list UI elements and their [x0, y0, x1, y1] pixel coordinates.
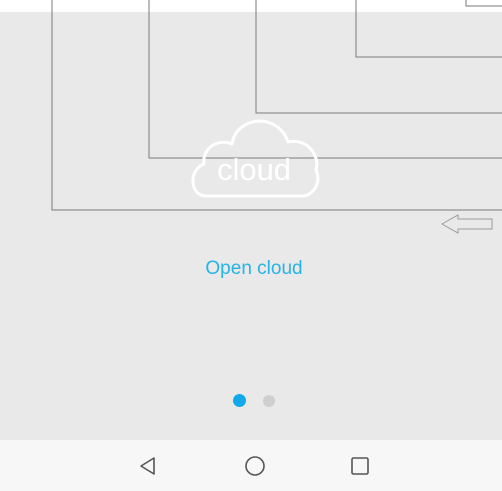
page-dot-inactive[interactable]	[263, 395, 275, 407]
system-nav-bar	[0, 440, 502, 491]
open-cloud-link[interactable]: Open cloud	[150, 256, 358, 282]
home-button[interactable]	[242, 453, 268, 479]
callout-frame-4	[355, 0, 502, 58]
recents-square-icon	[351, 457, 369, 475]
annotation-overlay	[51, 0, 502, 234]
home-circle-icon	[245, 456, 265, 476]
page-indicator	[230, 394, 280, 408]
pointer-arrow-icon	[440, 214, 493, 234]
page-dot-active[interactable]	[233, 394, 246, 407]
app-screen: cloud Open cloud	[0, 0, 502, 440]
back-triangle-icon	[140, 457, 155, 475]
back-button[interactable]	[135, 453, 161, 479]
recents-button[interactable]	[347, 453, 373, 479]
callout-frame-5	[465, 0, 502, 7]
logo-text: cloud	[216, 152, 292, 187]
